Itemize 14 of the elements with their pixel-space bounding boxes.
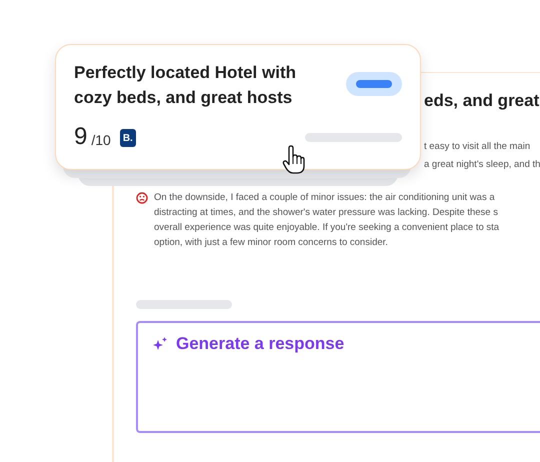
score: 9 (74, 124, 88, 150)
score-scale: /10 (91, 131, 111, 150)
review-text: t easy to visit all the main (424, 140, 532, 154)
review-title: eds, and great (424, 90, 540, 112)
review-text: On the downside, I faced a couple of minor issues: the air conditioning unit was a distracting at times, and the shower's water pressure was lacking. Despite these s overall experience was quite enjoyable. If you're seeking a convenient place to sta option, with just a few minor room concerns to consider. (154, 191, 500, 250)
sad-face-icon (136, 192, 148, 204)
card-title: Perfectly located Hotel with cozy beds, and great hosts (74, 62, 297, 109)
toggle[interactable] (346, 72, 402, 96)
sparkle-icon (153, 337, 168, 351)
source-badge: B. (120, 129, 136, 147)
review-text: a great night's sleep, and th (424, 158, 540, 172)
hand-pointer-icon (282, 145, 306, 175)
review-card[interactable]: Perfectly located Hotel with cozy beds, and great hosts 9 /10 B. (55, 44, 421, 170)
response-field[interactable]: Generate a response (136, 321, 540, 433)
